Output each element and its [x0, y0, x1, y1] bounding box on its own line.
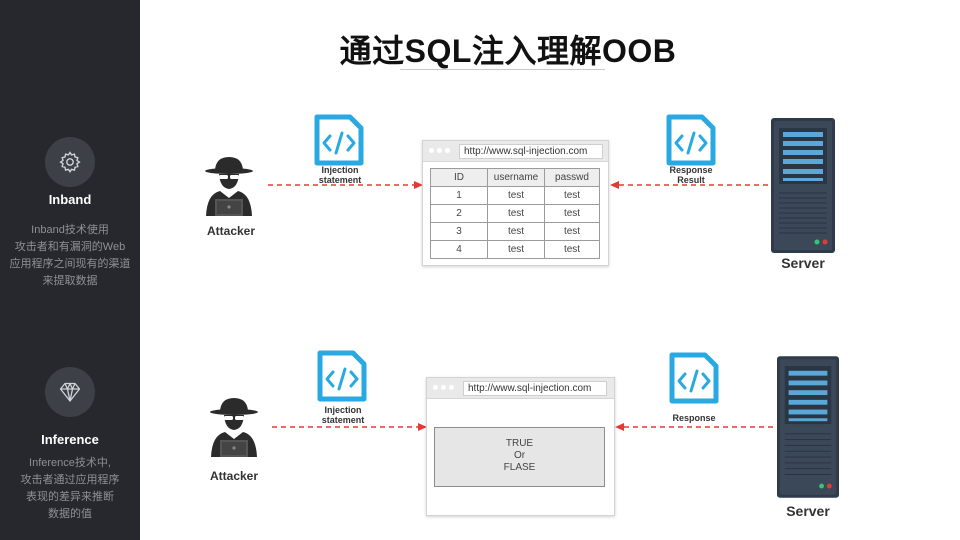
- table-row: 4 test test: [430, 240, 600, 259]
- table-row: 1 test test: [430, 186, 600, 205]
- result-line: TRUE: [505, 438, 534, 449]
- code-document-icon: [669, 352, 719, 404]
- column-header: ID: [430, 168, 488, 187]
- response-label-line: Response: [669, 165, 713, 175]
- inference-title: Inference: [41, 432, 99, 447]
- result-box: TRUE Or FLASE: [434, 427, 605, 487]
- server-label: Server: [781, 255, 825, 271]
- request-arrow: [272, 423, 427, 431]
- browser-toolbar: http://www.sql-injection.com: [427, 378, 614, 399]
- table-cell: test: [487, 204, 545, 223]
- description-line: Inference技术中,: [29, 457, 111, 469]
- window-dot: [433, 385, 438, 390]
- attacker-icon: [205, 157, 253, 216]
- description-line: 应用程序之间现有的渠道: [9, 258, 131, 270]
- table-header-row: ID username passwd: [430, 168, 600, 187]
- request-arrow: [268, 181, 423, 189]
- description-line: 攻击者和有漏洞的Web: [14, 241, 126, 253]
- request-label-line: Injection: [321, 165, 359, 175]
- table-row: 2 test test: [430, 204, 600, 223]
- response-arrow: [610, 181, 774, 189]
- window-dot: [429, 148, 434, 153]
- response-arrow: [615, 423, 779, 431]
- server-icon: [777, 356, 839, 498]
- table-cell: test: [487, 222, 545, 241]
- table-cell: 3: [430, 222, 488, 241]
- window-dot: [437, 148, 442, 153]
- window-dot: [441, 385, 446, 390]
- table-cell: 1: [430, 186, 488, 205]
- attacker-icon: [210, 398, 258, 457]
- result-line: FLASE: [503, 462, 536, 473]
- server-icon: [771, 118, 835, 253]
- description-line: 表现的差异来推断: [26, 491, 114, 503]
- result-line: Or: [513, 450, 526, 461]
- url-bar[interactable]: http://www.sql-injection.com: [459, 144, 603, 159]
- table-cell: 4: [430, 240, 488, 259]
- code-document-icon: [314, 114, 364, 166]
- attacker-label: Attacker: [209, 469, 259, 483]
- window-dot: [445, 148, 450, 153]
- request-label-line: Injection: [324, 405, 362, 415]
- description-line: Inband技术使用: [31, 224, 109, 236]
- column-header: username: [487, 168, 545, 187]
- diamond-icon: [45, 367, 95, 417]
- url-bar[interactable]: http://www.sql-injection.com: [463, 381, 607, 396]
- data-table: ID username passwd 1 test test 2 test te…: [430, 168, 600, 259]
- table-cell: test: [544, 240, 600, 259]
- inband-description: Inband技术使用 攻击者和有漏洞的Web 应用程序之间现有的渠道 来提取数据: [0, 222, 140, 290]
- table-cell: test: [487, 240, 545, 259]
- table-cell: test: [544, 204, 600, 223]
- sidebar: Inband Inband技术使用 攻击者和有漏洞的Web 应用程序之间现有的渠…: [0, 0, 140, 540]
- column-header: passwd: [544, 168, 600, 187]
- table-cell: test: [544, 186, 600, 205]
- gear-icon: [45, 137, 95, 187]
- inband-title: Inband: [48, 192, 92, 207]
- browser-window: http://www.sql-injection.com ID username…: [422, 140, 609, 266]
- inference-description: Inference技术中, 攻击者通过应用程序 表现的差异来推断 数据的值: [0, 455, 140, 523]
- description-line: 攻击者通过应用程序: [20, 474, 120, 486]
- table-cell: 2: [430, 204, 488, 223]
- table-row: 3 test test: [430, 222, 600, 241]
- attacker-label: Attacker: [206, 224, 256, 238]
- description-line: 来提取数据: [42, 275, 98, 287]
- browser-window: http://www.sql-injection.com TRUE Or FLA…: [426, 377, 615, 516]
- code-document-icon: [317, 350, 367, 402]
- table-cell: test: [487, 186, 545, 205]
- server-label: Server: [786, 503, 830, 519]
- window-dot: [449, 385, 454, 390]
- code-document-icon: [666, 114, 716, 166]
- browser-toolbar: http://www.sql-injection.com: [423, 141, 608, 162]
- description-line: 数据的值: [48, 508, 92, 520]
- table-cell: test: [544, 222, 600, 241]
- page-title: 通过SQL注入理解OOB: [339, 33, 677, 69]
- title-underline: [400, 69, 605, 70]
